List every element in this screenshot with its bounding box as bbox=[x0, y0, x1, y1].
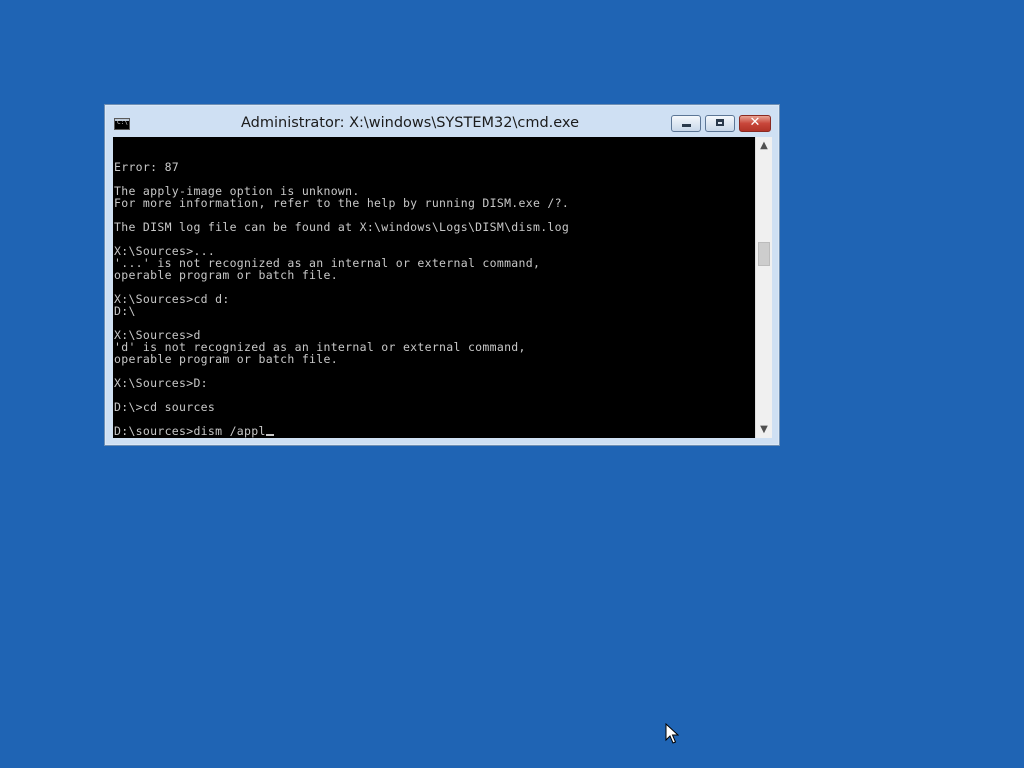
scroll-up-arrow-icon[interactable]: ▲ bbox=[756, 137, 772, 154]
minimize-icon bbox=[682, 124, 691, 127]
vertical-scrollbar[interactable]: ▲ ▼ bbox=[755, 137, 772, 438]
maximize-button[interactable] bbox=[705, 115, 735, 132]
current-command[interactable]: D:\sources>dism /appl bbox=[114, 424, 266, 438]
console-line: D:\>cd sources bbox=[114, 400, 216, 414]
mouse-pointer-icon bbox=[665, 723, 679, 744]
window-title: Administrator: X:\windows\SYSTEM32\cmd.e… bbox=[240, 115, 579, 131]
minimize-button[interactable] bbox=[671, 115, 701, 132]
console-line: X:\Sources>cd d: bbox=[114, 292, 230, 306]
console-lines: Error: 87 The apply-image option is unkn… bbox=[114, 161, 569, 437]
command-input-line[interactable]: D:\sources>dism /appl bbox=[114, 425, 569, 437]
console-line: D:\ bbox=[114, 304, 136, 318]
console-line: For more information, refer to the help … bbox=[114, 196, 570, 210]
close-icon: ✕ bbox=[749, 115, 761, 130]
console-line: X:\Sources>D: bbox=[114, 376, 208, 390]
console-output[interactable]: Error: 87 The apply-image option is unkn… bbox=[113, 137, 755, 438]
cmd-icon[interactable]: C:\ bbox=[114, 118, 130, 130]
scroll-thumb[interactable] bbox=[758, 242, 770, 266]
console-line: operable program or batch file. bbox=[114, 352, 338, 366]
title-bar[interactable]: C:\ Administrator: X:\windows\SYSTEM32\c… bbox=[105, 105, 779, 135]
text-cursor bbox=[265, 434, 274, 436]
scroll-down-arrow-icon[interactable]: ▼ bbox=[756, 421, 772, 438]
console-line: The DISM log file can be found at X:\win… bbox=[114, 220, 570, 234]
close-button[interactable]: ✕ bbox=[739, 115, 771, 132]
cmd-window[interactable]: C:\ Administrator: X:\windows\SYSTEM32\c… bbox=[104, 104, 780, 446]
console-line: operable program or batch file. bbox=[114, 268, 338, 282]
console-line: Error: 87 bbox=[114, 160, 180, 174]
maximize-icon bbox=[716, 119, 724, 126]
